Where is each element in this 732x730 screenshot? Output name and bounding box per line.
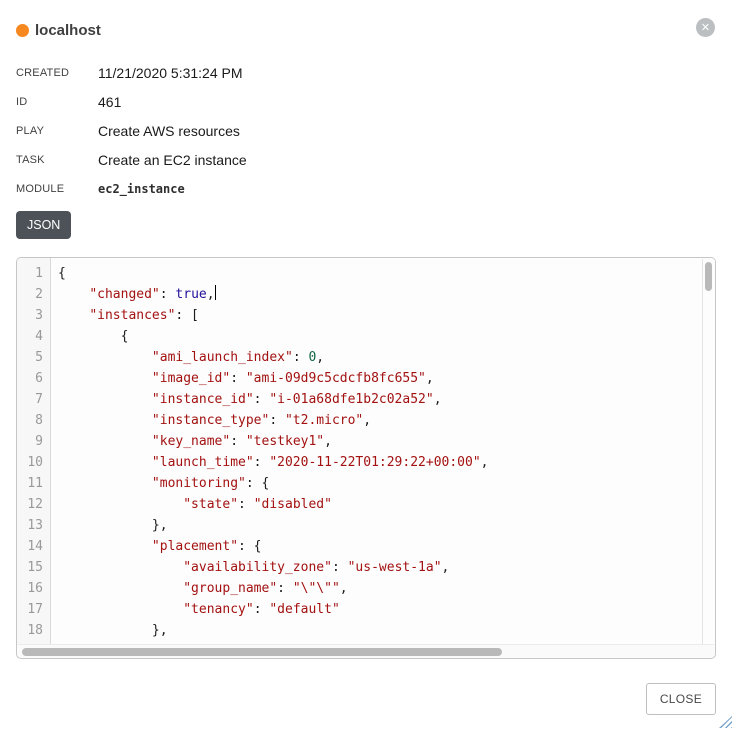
line-number: 17 xyxy=(17,599,43,620)
detail-value: Create AWS resources xyxy=(98,123,240,139)
view-tabs: JSON xyxy=(16,211,716,239)
modal-header: localhost ✕ xyxy=(16,16,716,44)
detail-label: PLAY xyxy=(16,125,98,137)
event-details: CREATED11/21/2020 5:31:24 PMID461PLAYCre… xyxy=(16,58,716,203)
line-number: 16 xyxy=(17,578,43,599)
host-event-modal: localhost ✕ CREATED11/21/2020 5:31:24 PM… xyxy=(0,0,732,730)
detail-row: PLAYCreate AWS resources xyxy=(16,116,716,145)
detail-label: MODULE xyxy=(16,183,98,195)
code-line: "changed": true, xyxy=(58,284,715,305)
detail-value: Create an EC2 instance xyxy=(98,152,247,168)
line-number: 11 xyxy=(17,473,43,494)
line-number: 1 xyxy=(17,263,43,284)
close-button[interactable]: CLOSE xyxy=(646,683,716,715)
code-line: "instances": [ xyxy=(58,305,715,326)
code-line: "instance_type": "t2.micro", xyxy=(58,410,715,431)
code-line: "placement": { xyxy=(58,536,715,557)
close-icon[interactable]: ✕ xyxy=(696,18,715,37)
detail-row: TASKCreate an EC2 instance xyxy=(16,145,716,174)
detail-value: 11/21/2020 5:31:24 PM xyxy=(98,65,243,81)
line-number: 3 xyxy=(17,305,43,326)
code-line: "tenancy": "default" xyxy=(58,599,715,620)
line-number: 18 xyxy=(17,620,43,641)
line-number: 7 xyxy=(17,389,43,410)
json-code-editor[interactable]: 123456789101112131415161718 { "changed":… xyxy=(16,257,716,659)
vertical-scrollbar[interactable] xyxy=(702,259,714,644)
detail-value: 461 xyxy=(98,94,121,110)
code-line: "state": "disabled" xyxy=(58,494,715,515)
code-line: }, xyxy=(58,620,715,641)
line-number: 15 xyxy=(17,557,43,578)
text-cursor xyxy=(215,285,216,300)
code-line: "image_id": "ami-09d9c5cdcfb8fc655", xyxy=(58,368,715,389)
detail-row: ID461 xyxy=(16,87,716,116)
detail-label: ID xyxy=(16,96,98,108)
detail-label: CREATED xyxy=(16,67,98,79)
code-line: "instance_id": "i-01a68dfe1b2c02a52", xyxy=(58,389,715,410)
code-line: }, xyxy=(58,515,715,536)
code-line: "group_name": "\"\"", xyxy=(58,578,715,599)
code-line: "monitoring": { xyxy=(58,473,715,494)
line-number: 6 xyxy=(17,368,43,389)
horizontal-scrollbar-thumb[interactable] xyxy=(22,648,502,656)
detail-value: ec2_instance xyxy=(98,182,185,196)
detail-row: CREATED11/21/2020 5:31:24 PM xyxy=(16,58,716,87)
code-line: "key_name": "testkey1", xyxy=(58,431,715,452)
code-line: "availability_zone": "us-west-1a", xyxy=(58,557,715,578)
line-number: 12 xyxy=(17,494,43,515)
json-tab-button[interactable]: JSON xyxy=(16,211,71,239)
line-number: 14 xyxy=(17,536,43,557)
line-number-gutter: 123456789101112131415161718 xyxy=(17,258,51,645)
line-number: 9 xyxy=(17,431,43,452)
code-line: "launch_time": "2020-11-22T01:29:22+00:0… xyxy=(58,452,715,473)
editor-body: 123456789101112131415161718 { "changed":… xyxy=(17,258,715,645)
code-line: { xyxy=(58,326,715,347)
host-status-dot xyxy=(16,24,29,37)
detail-label: TASK xyxy=(16,154,98,166)
code-line: { xyxy=(58,263,715,284)
line-number: 4 xyxy=(17,326,43,347)
line-number: 10 xyxy=(17,452,43,473)
vertical-scrollbar-thumb[interactable] xyxy=(705,262,712,291)
modal-footer: CLOSE xyxy=(16,683,716,715)
horizontal-scrollbar[interactable] xyxy=(18,644,714,657)
resize-grip-icon[interactable] xyxy=(719,716,732,728)
line-number: 2 xyxy=(17,284,43,305)
detail-row: MODULEec2_instance xyxy=(16,174,716,203)
code-line: "ami_launch_index": 0, xyxy=(58,347,715,368)
code-lines[interactable]: { "changed": true, "instances": [ { "ami… xyxy=(51,258,715,645)
line-number: 8 xyxy=(17,410,43,431)
host-title: localhost xyxy=(35,22,101,39)
line-number: 13 xyxy=(17,515,43,536)
line-number: 5 xyxy=(17,347,43,368)
